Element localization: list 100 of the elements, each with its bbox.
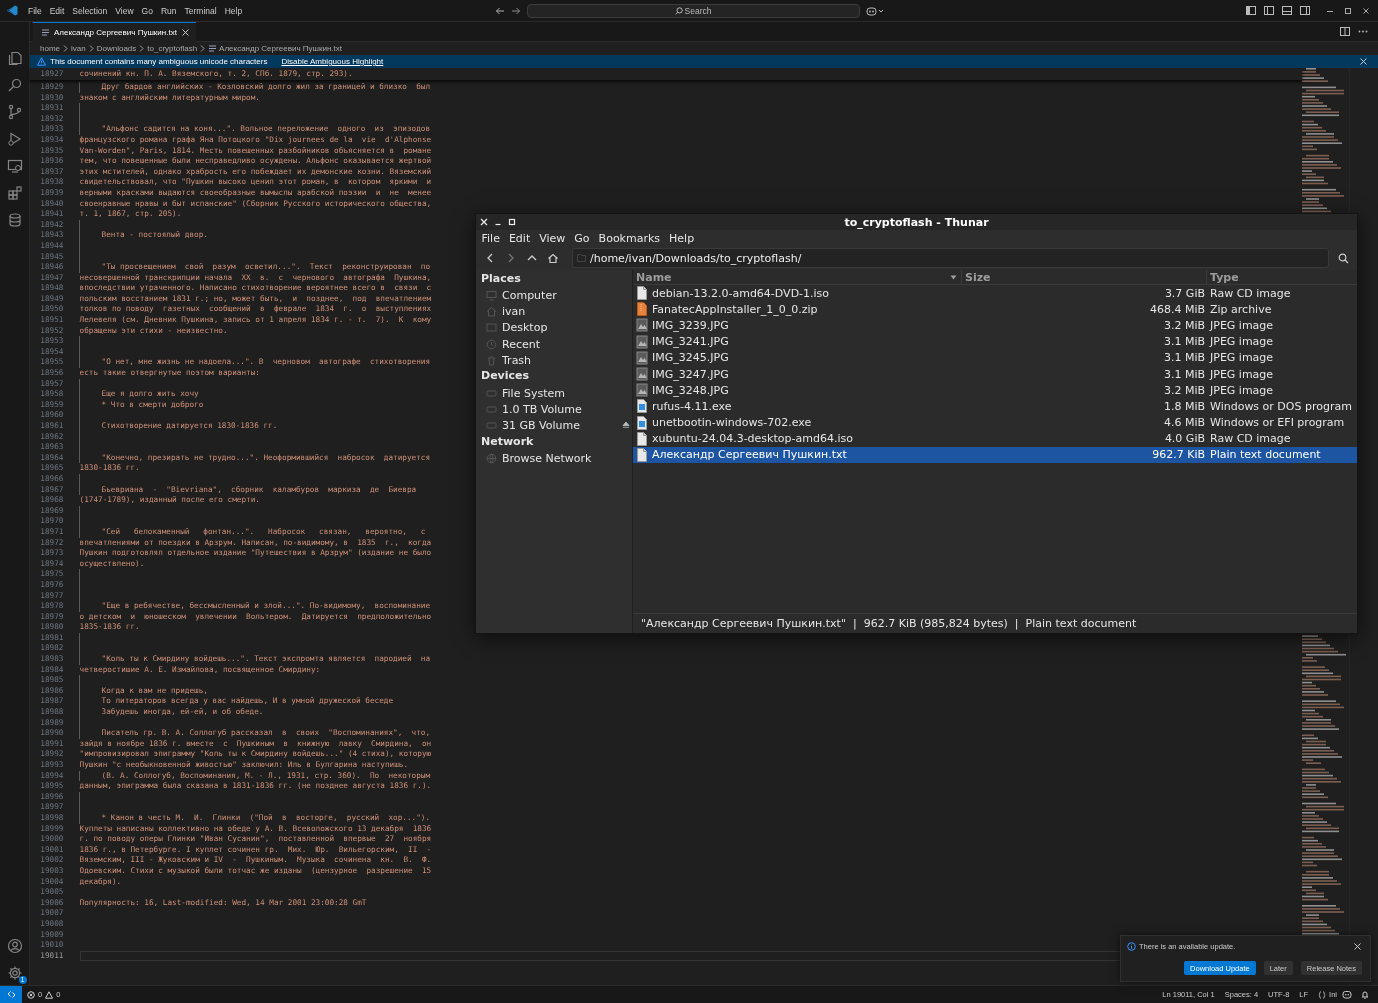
file-type: JPEG image bbox=[1208, 383, 1274, 397]
split-editor-icon[interactable] bbox=[1340, 27, 1350, 36]
gear-icon[interactable] bbox=[6, 965, 23, 981]
breadcrumb-item[interactable]: home bbox=[40, 44, 60, 53]
chevron-icon bbox=[138, 44, 146, 53]
banner-message: This document contains many ambiguous unicode characters bbox=[50, 57, 268, 66]
menu-item[interactable]: Go bbox=[137, 5, 157, 16]
banner-link[interactable]: Disable Ambiguous Highlight bbox=[281, 57, 384, 66]
sidebar-item[interactable]: Computer bbox=[476, 287, 632, 304]
eject-icon[interactable] bbox=[622, 421, 630, 430]
menu-item[interactable]: Run bbox=[156, 5, 181, 16]
menu-item[interactable]: Terminal bbox=[180, 5, 221, 16]
home-icon[interactable] bbox=[547, 252, 559, 264]
file-type: JPEG image bbox=[1208, 335, 1274, 349]
menu-item[interactable]: Help bbox=[664, 231, 699, 245]
sidebar-item[interactable]: Recent bbox=[476, 336, 632, 353]
menu-item[interactable]: File bbox=[477, 231, 505, 245]
sidebar-item[interactable]: Browse Network bbox=[476, 450, 632, 467]
remote-button[interactable] bbox=[0, 986, 22, 1003]
column-header-label: Type bbox=[1210, 270, 1239, 284]
vscode-logo-icon[interactable] bbox=[7, 5, 18, 16]
file-row[interactable]: IMG_3239.JPG 3.2 MiB JPEG image bbox=[633, 317, 1357, 334]
sidebar-item[interactable]: 31 GB Volume bbox=[476, 417, 632, 434]
bell-icon[interactable] bbox=[1360, 990, 1370, 999]
file-row[interactable]: IMG_3247.JPG 3.1 MiB JPEG image bbox=[633, 365, 1357, 383]
trash-icon bbox=[486, 354, 497, 366]
chevron-icon bbox=[199, 44, 207, 53]
remote-icon bbox=[6, 990, 16, 999]
file-row[interactable]: unetbootin-windows-702.exe 4.6 MiB Windows or EFI program bbox=[633, 414, 1357, 431]
close-icon[interactable] bbox=[1359, 57, 1368, 66]
source-control-icon[interactable] bbox=[6, 104, 23, 120]
column-header[interactable]: Name bbox=[633, 270, 962, 284]
file-name: Александр Сергеевич Пушкин.txt bbox=[652, 448, 847, 462]
copilot-icon[interactable] bbox=[1342, 990, 1352, 999]
menu-item[interactable]: Selection bbox=[68, 5, 112, 16]
sidebar-item[interactable]: Trash bbox=[476, 352, 632, 369]
close-icon[interactable] bbox=[180, 28, 190, 37]
breadcrumb-item[interactable]: Downloads bbox=[96, 44, 137, 53]
close-icon[interactable] bbox=[1353, 942, 1362, 951]
sidebar-heading: Network bbox=[480, 433, 535, 450]
secondary-sidebar-icon[interactable] bbox=[1300, 6, 1310, 15]
file-type: JPEG image bbox=[1208, 318, 1274, 332]
maximize-icon[interactable] bbox=[1344, 6, 1352, 15]
column-header[interactable]: Size bbox=[962, 270, 1207, 284]
layout-icon[interactable] bbox=[1246, 6, 1256, 15]
panel-toggle-icon[interactable] bbox=[1282, 6, 1292, 15]
file-name: FanatecAppInstaller_1_0_0.zip bbox=[652, 302, 818, 316]
file-row[interactable]: debian-13.2.0-amd64-DVD-1.iso 3.7 GiB Raw CD image bbox=[633, 285, 1357, 302]
file-size: 962.7 KiB bbox=[1151, 448, 1206, 462]
menu-item[interactable]: Edit bbox=[504, 231, 535, 245]
braces-icon bbox=[1318, 990, 1327, 999]
files-icon[interactable] bbox=[6, 50, 23, 66]
file-row[interactable]: FanatecAppInstaller_1_0_0.zip 468.4 MiB Zip archive bbox=[633, 301, 1357, 318]
menu-item[interactable]: Bookmarks bbox=[594, 231, 665, 245]
menu-item[interactable]: View bbox=[534, 231, 570, 245]
file-size: 4.0 GiB bbox=[1163, 432, 1206, 446]
sidebar-toggle-icon[interactable] bbox=[1264, 6, 1274, 15]
breadcrumb-item[interactable]: Александр Сергеевич Пушкин.txt bbox=[219, 44, 342, 53]
search-icon[interactable] bbox=[1338, 252, 1349, 264]
extensions-icon[interactable] bbox=[6, 185, 23, 201]
copilot-icon[interactable] bbox=[865, 5, 884, 16]
sort-caret-icon[interactable] bbox=[950, 274, 957, 280]
menu-item[interactable]: File bbox=[24, 5, 46, 16]
document-icon bbox=[636, 286, 648, 301]
file-row[interactable]: rufus-4.11.exe 1.8 MiB Windows or DOS program bbox=[633, 398, 1357, 415]
menu-item[interactable]: View bbox=[111, 5, 138, 16]
sidebar-item[interactable]: 1.0 TB Volume bbox=[476, 401, 632, 418]
file-row[interactable]: IMG_3241.JPG 3.1 MiB JPEG image bbox=[633, 333, 1357, 350]
file-type: Zip archive bbox=[1209, 302, 1272, 316]
account-icon[interactable] bbox=[6, 938, 23, 954]
file-row[interactable]: xubuntu-24.04.3-desktop-amd64.iso 4.0 GiB Raw CD image bbox=[633, 430, 1357, 447]
sidebar-item[interactable]: File System bbox=[476, 384, 632, 402]
close-icon[interactable] bbox=[1362, 6, 1370, 15]
file-type: Windows or DOS program bbox=[1209, 399, 1352, 413]
location-field[interactable]: /home/ivan/Downloads/to_cryptoflash/ bbox=[572, 248, 1329, 268]
column-header[interactable]: Type bbox=[1207, 270, 1357, 284]
database-icon[interactable] bbox=[6, 212, 23, 228]
sidebar-item-label: Recent bbox=[502, 337, 542, 351]
run-debug-icon[interactable] bbox=[6, 131, 23, 147]
file-row[interactable]: Александр Сергеевич Пушкин.txt 962.7 KiB Plain text document bbox=[633, 446, 1357, 464]
remote-explorer-icon[interactable] bbox=[6, 158, 23, 174]
breadcrumb-item[interactable]: ivan bbox=[71, 44, 86, 53]
file-type: Raw CD image bbox=[1209, 432, 1291, 446]
editor-tab[interactable]: Александр Сергеевич Пушкин.txt bbox=[33, 22, 196, 42]
sidebar-item-label: ivan bbox=[502, 305, 527, 319]
sidebar-item-label: Computer bbox=[502, 289, 558, 303]
forward-arrow-icon[interactable] bbox=[510, 5, 521, 16]
search-icon[interactable] bbox=[6, 77, 23, 93]
text-file-icon bbox=[41, 28, 50, 37]
photo-thumbnail-icon bbox=[636, 383, 648, 398]
file-row[interactable]: IMG_3245.JPG 3.1 MiB JPEG image bbox=[633, 349, 1357, 366]
sidebar-item[interactable]: Desktop bbox=[476, 319, 632, 337]
menu-item[interactable]: Edit bbox=[45, 5, 69, 16]
file-row[interactable]: IMG_3248.JPG 3.2 MiB JPEG image bbox=[633, 382, 1357, 399]
breadcrumb-item[interactable]: to_cryptoflash bbox=[147, 44, 198, 53]
back-arrow-icon[interactable] bbox=[494, 5, 505, 16]
search-field[interactable]: Search bbox=[526, 3, 860, 18]
menu-item[interactable]: Help bbox=[220, 5, 247, 16]
menu-item[interactable]: Go bbox=[569, 231, 595, 245]
sidebar-item[interactable]: ivan bbox=[476, 303, 632, 320]
